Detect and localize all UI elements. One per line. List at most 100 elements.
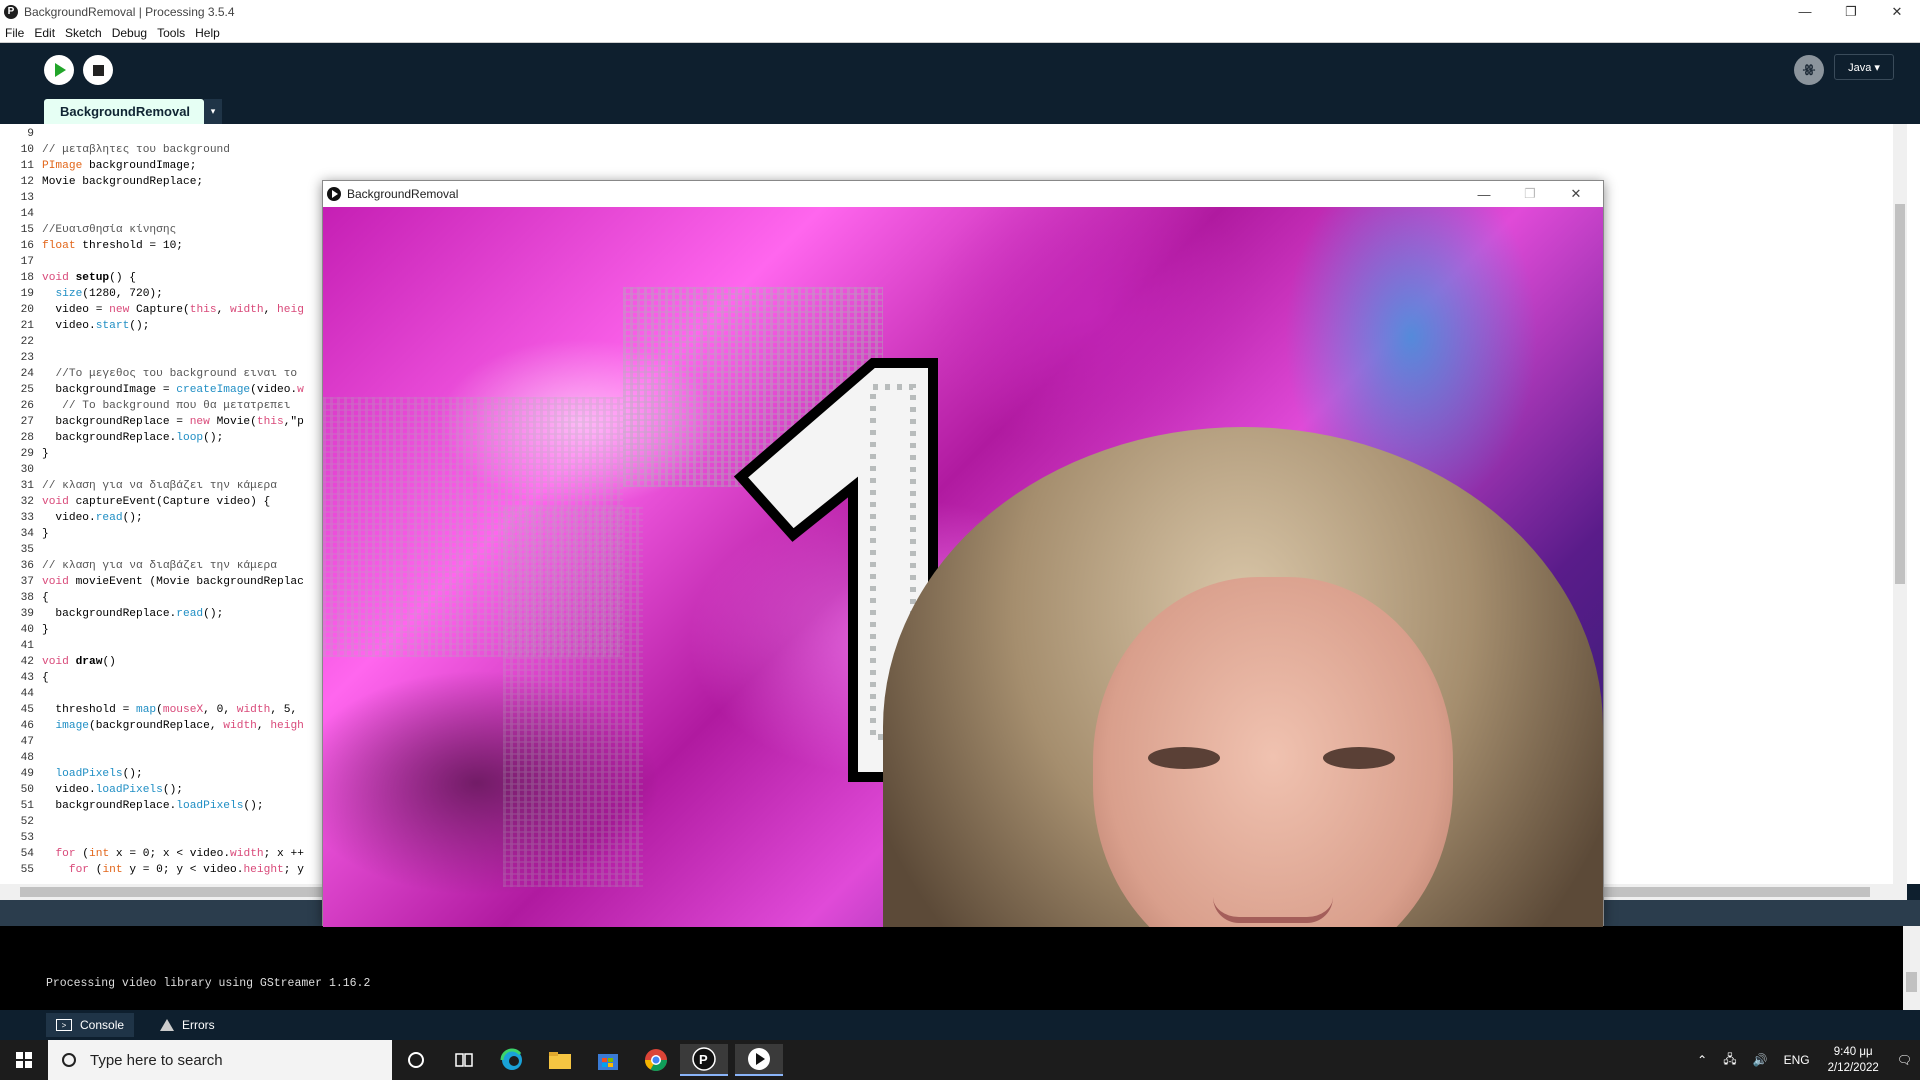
- task-view-icon[interactable]: [440, 1044, 488, 1076]
- code-line[interactable]: 39 backgroundReplace.read();: [0, 606, 304, 622]
- file-explorer-icon[interactable]: [536, 1044, 584, 1076]
- taskbar-search[interactable]: Type here to search: [48, 1040, 392, 1080]
- code-line[interactable]: 53: [0, 830, 304, 846]
- code-line[interactable]: 37 void movieEvent (Movie backgroundRepla…: [0, 574, 304, 590]
- system-tray: ⌃ 🖧 🔊 ENG 9:40 μμ 2/12/2022 🗨: [1689, 1040, 1920, 1080]
- minimize-icon[interactable]: —: [1782, 0, 1828, 23]
- clock[interactable]: 9:40 μμ 2/12/2022: [1828, 1044, 1879, 1076]
- line-number: 35: [20, 544, 34, 556]
- chrome-icon[interactable]: [632, 1044, 680, 1076]
- console-scrollbar[interactable]: [1903, 926, 1920, 1010]
- chevron-up-icon[interactable]: ⌃: [1697, 1053, 1707, 1067]
- menu-tools[interactable]: Tools: [152, 26, 190, 40]
- line-number: 9: [27, 128, 34, 140]
- language-indicator[interactable]: ENG: [1784, 1053, 1810, 1067]
- code-line[interactable]: 49 loadPixels();: [0, 766, 304, 782]
- line-number: 48: [20, 752, 34, 764]
- code-line[interactable]: 55 for (int y = 0; y < video.height; y: [0, 862, 304, 878]
- code-line[interactable]: 29}: [0, 446, 304, 462]
- maximize-icon[interactable]: ❐: [1828, 0, 1874, 23]
- code-line[interactable]: 44: [0, 686, 304, 702]
- line-number: 28: [20, 432, 34, 444]
- code-line[interactable]: 10// μεταβλητες του background: [0, 142, 304, 158]
- menu-file[interactable]: File: [0, 26, 29, 40]
- code-line[interactable]: 23: [0, 350, 304, 366]
- code-line[interactable]: 21 video.start();: [0, 318, 304, 334]
- code-line[interactable]: 20 video = new Capture(this, width, heig: [0, 302, 304, 318]
- code-line[interactable]: 24 //Το μεγεθος του background ειναι το: [0, 366, 304, 382]
- code-line[interactable]: 50 video.loadPixels();: [0, 782, 304, 798]
- tab-console[interactable]: > Console: [46, 1013, 135, 1037]
- code-line[interactable]: 17: [0, 254, 304, 270]
- code-line[interactable]: 48: [0, 750, 304, 766]
- code-line[interactable]: 47: [0, 734, 304, 750]
- cortana-icon[interactable]: [392, 1044, 440, 1076]
- code-line[interactable]: 54 for (int x = 0; x < video.width; x ++: [0, 846, 304, 862]
- mouth: [1213, 897, 1333, 923]
- scroll-thumb[interactable]: [1906, 972, 1917, 992]
- menu-help[interactable]: Help: [190, 26, 225, 40]
- menu-sketch[interactable]: Sketch: [60, 26, 107, 40]
- code-line[interactable]: 15//Ευαισθησία κίνησης: [0, 222, 304, 238]
- close-icon[interactable]: ✕: [1874, 0, 1920, 23]
- code-line[interactable]: 33 video.read();: [0, 510, 304, 526]
- tab-menu-button[interactable]: ▾: [204, 99, 222, 124]
- code-line[interactable]: 22: [0, 334, 304, 350]
- code-line[interactable]: 12 Movie backgroundReplace;: [0, 174, 304, 190]
- line-number: 22: [20, 336, 34, 348]
- code-line[interactable]: 11 PImage backgroundImage;: [0, 158, 304, 174]
- sketch-canvas[interactable]: 1: [323, 207, 1603, 927]
- taskbar: Type here to search P ⌃ 🖧 🔊 ENG 9:40 μμ …: [0, 1040, 1920, 1080]
- network-icon[interactable]: 🖧: [1723, 1050, 1736, 1071]
- code-line[interactable]: 46 image(backgroundReplace, width, heigh: [0, 718, 304, 734]
- code-line[interactable]: 28 backgroundReplace.loop();: [0, 430, 304, 446]
- debugger-button[interactable]: ꗥ: [1794, 55, 1824, 85]
- edge-browser-icon[interactable]: [488, 1044, 536, 1076]
- maximize-icon[interactable]: ❐: [1507, 181, 1553, 207]
- code-line[interactable]: 14: [0, 206, 304, 222]
- code-line[interactable]: 41: [0, 638, 304, 654]
- editor-vertical-scrollbar[interactable]: [1893, 124, 1907, 884]
- code-line[interactable]: 31// κλαση για να διαβάζει την κάμερα: [0, 478, 304, 494]
- run-button[interactable]: [44, 55, 74, 85]
- code-line[interactable]: 16 float threshold = 10;: [0, 238, 304, 254]
- sketch-taskbar-icon[interactable]: [735, 1044, 783, 1076]
- volume-icon[interactable]: 🔊: [1753, 1053, 1768, 1067]
- mode-selector[interactable]: Java ▾: [1834, 54, 1894, 80]
- code-line[interactable]: 52: [0, 814, 304, 830]
- code-line[interactable]: 42 void draw(): [0, 654, 304, 670]
- code-line[interactable]: 51 backgroundReplace.loadPixels();: [0, 798, 304, 814]
- code-line[interactable]: 43{: [0, 670, 304, 686]
- line-number: 13: [20, 192, 34, 204]
- tab-errors[interactable]: Errors: [150, 1013, 225, 1037]
- line-number: 15: [20, 224, 34, 236]
- code-line[interactable]: 35: [0, 542, 304, 558]
- code-line[interactable]: 38{: [0, 590, 304, 606]
- processing-taskbar-icon[interactable]: P: [680, 1044, 728, 1076]
- store-icon[interactable]: [584, 1044, 632, 1076]
- line-number: 45: [20, 704, 34, 716]
- code-line[interactable]: 32 void captureEvent(Capture video) {: [0, 494, 304, 510]
- code-line[interactable]: 36// κλαση για να διαβάζει την κάμερα: [0, 558, 304, 574]
- code-line[interactable]: 9: [0, 126, 304, 142]
- code-line[interactable]: 13: [0, 190, 304, 206]
- stop-button[interactable]: [83, 55, 113, 85]
- menu-debug[interactable]: Debug: [107, 26, 152, 40]
- code-line[interactable]: 34}: [0, 526, 304, 542]
- close-icon[interactable]: ✕: [1553, 181, 1599, 207]
- minimize-icon[interactable]: —: [1461, 181, 1507, 207]
- code-line[interactable]: 19 size(1280, 720);: [0, 286, 304, 302]
- tab-backgroundremoval[interactable]: BackgroundRemoval: [44, 99, 204, 124]
- menu-edit[interactable]: Edit: [29, 26, 60, 40]
- code-line[interactable]: 27 backgroundReplace = new Movie(this,"p: [0, 414, 304, 430]
- scroll-thumb[interactable]: [1895, 204, 1905, 584]
- code-line[interactable]: 45 threshold = map(mouseX, 0, width, 5,: [0, 702, 304, 718]
- code-line[interactable]: 26 // Το background που θα μετατρεπει: [0, 398, 304, 414]
- code-line[interactable]: 30: [0, 462, 304, 478]
- code-line[interactable]: 40}: [0, 622, 304, 638]
- notifications-icon[interactable]: 🗨: [1897, 1053, 1912, 1067]
- start-button[interactable]: [0, 1040, 48, 1080]
- code-line[interactable]: 25 backgroundImage = createImage(video.w: [0, 382, 304, 398]
- code-text[interactable]: 9 10// μεταβλητες του background 11 PImage …: [0, 126, 304, 878]
- code-line[interactable]: 18 void setup() {: [0, 270, 304, 286]
